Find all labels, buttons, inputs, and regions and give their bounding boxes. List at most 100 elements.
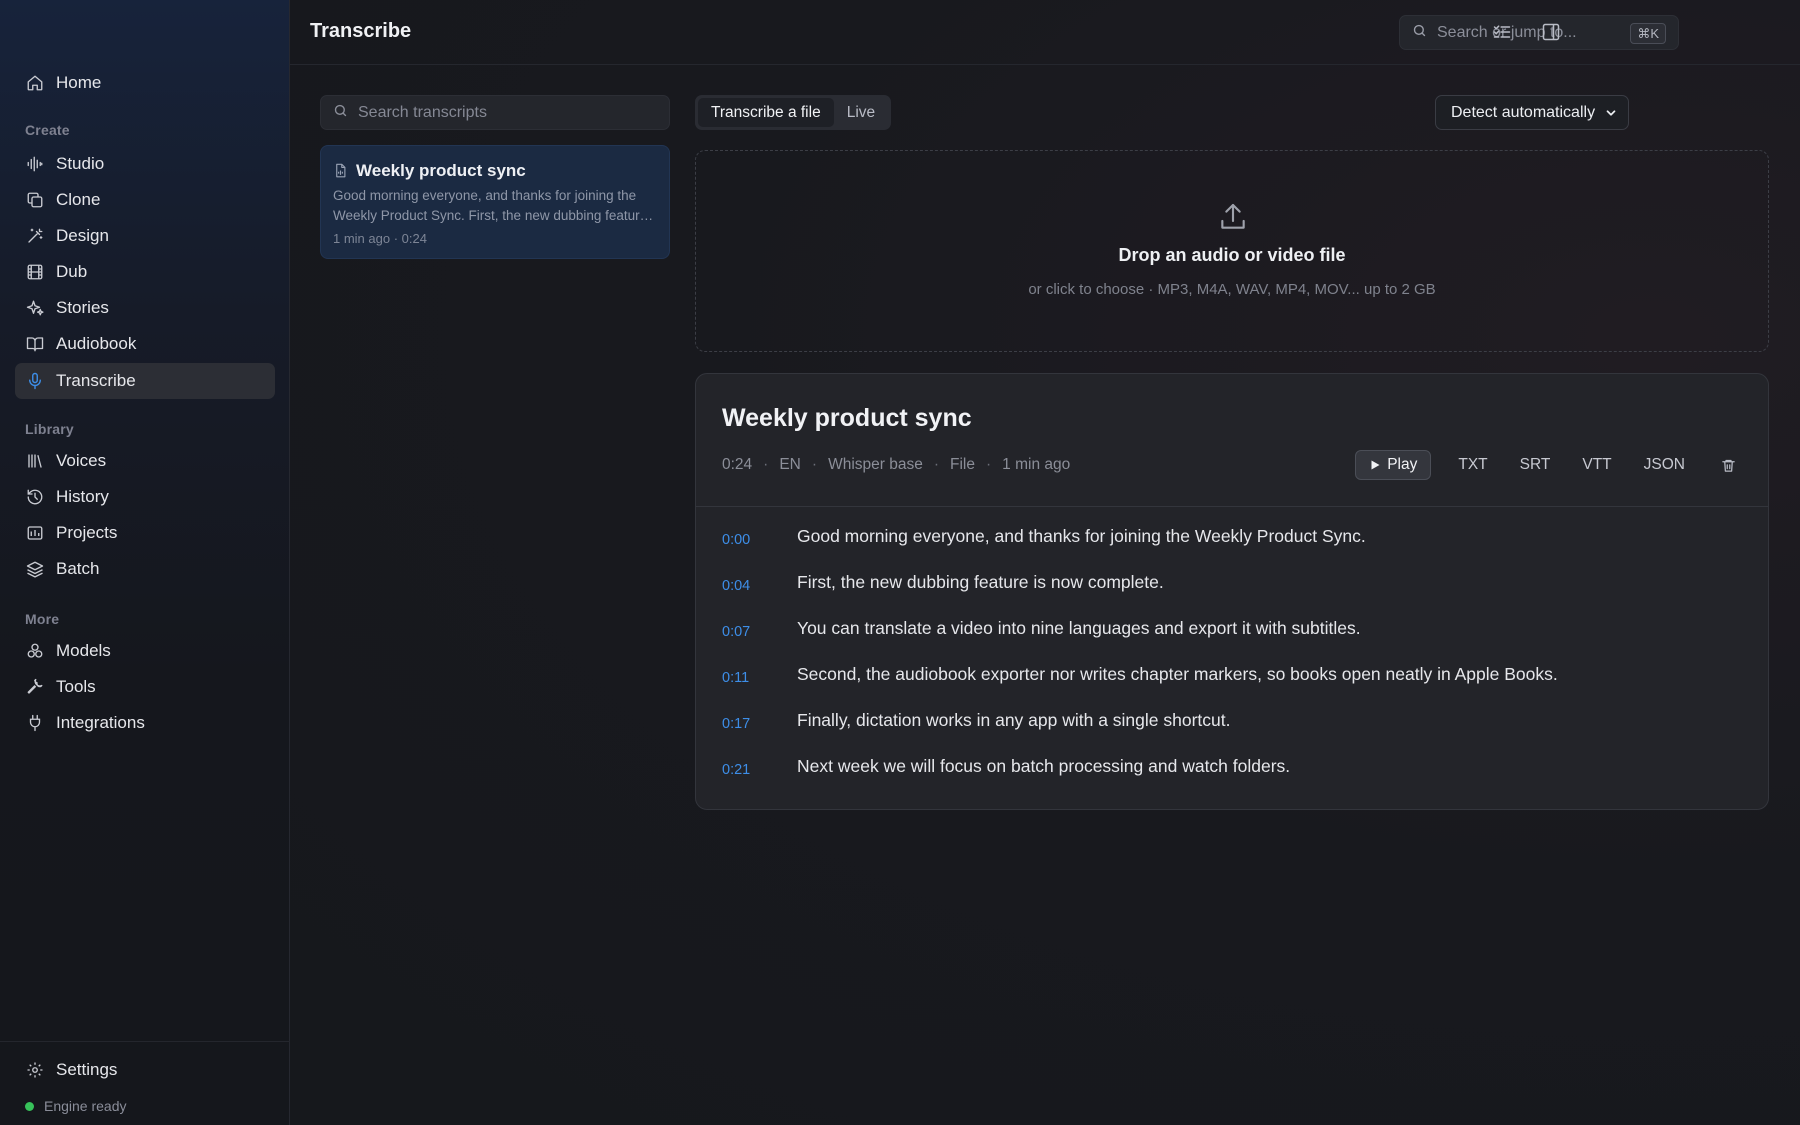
segment-timestamp[interactable]: 0:04 (722, 572, 797, 594)
models-icon (25, 641, 45, 661)
meta-language: EN (779, 456, 801, 473)
segment-timestamp[interactable]: 0:17 (722, 710, 797, 732)
sidebar-item-batch[interactable]: Batch (15, 551, 275, 587)
sidebar-footer: Settings Engine ready (0, 1041, 290, 1125)
sidebar-item-clone[interactable]: Clone (15, 182, 275, 218)
shortcut-badge: ⌘K (1630, 23, 1666, 44)
sidebar-item-label: Home (56, 73, 102, 92)
sidebar: Home Create Studio Clone Design Dub Stor… (0, 0, 290, 1125)
transcript-list-item[interactable]: Weekly product sync Good morning everyon… (320, 145, 670, 259)
checklist-icon[interactable] (1490, 20, 1514, 44)
transcript-search-placeholder: Search transcripts (358, 103, 487, 121)
upload-icon (1217, 201, 1249, 238)
sidebar-item-models[interactable]: Models (15, 633, 275, 669)
plug-icon (25, 713, 45, 733)
segment-text: Second, the audiobook exporter nor write… (797, 664, 1558, 684)
gear-icon (25, 1060, 45, 1080)
segment-timestamp[interactable]: 0:11 (722, 664, 797, 686)
segment-text: Finally, dictation works in any app with… (797, 710, 1231, 730)
layers-icon (25, 559, 45, 579)
meta-time-ago: 1 min ago (1002, 456, 1071, 473)
transcript-detail-header: Weekly product sync 0:24 · EN · Whisper … (696, 374, 1768, 507)
sidebar-item-label: Integrations (56, 713, 145, 732)
sidebar-item-tools[interactable]: Tools (15, 669, 275, 705)
section-create-label: Create (25, 122, 70, 138)
dropzone-title: Drop an audio or video file (1118, 245, 1346, 265)
transcript-detail-panel: Weekly product sync 0:24 · EN · Whisper … (695, 373, 1769, 810)
transcript-search-input[interactable]: Search transcripts (320, 95, 670, 130)
sidebar-item-design[interactable]: Design (15, 218, 275, 254)
dropzone-subtitle: or click to choose · MP3, M4A, WAV, MP4,… (1028, 281, 1436, 298)
page-title: Transcribe (310, 20, 412, 42)
transcript-meta: 0:24 · EN · Whisper base · File · 1 min … (722, 456, 1070, 474)
meta-duration: 0:24 (722, 456, 753, 473)
sidebar-item-settings[interactable]: Settings (15, 1052, 275, 1088)
segment-timestamp[interactable]: 0:00 (722, 526, 797, 548)
app-window: Home Create Studio Clone Design Dub Stor… (0, 0, 1800, 1125)
segment-row: 0:21 Next week we will focus on batch pr… (722, 756, 1742, 802)
export-srt-button[interactable]: SRT (1515, 450, 1556, 480)
tab-live[interactable]: Live (834, 98, 888, 127)
engine-status-text: Engine ready (44, 1098, 127, 1114)
sidebar-item-transcribe[interactable]: Transcribe (15, 363, 275, 399)
sidebar-item-label: Dub (56, 262, 88, 281)
tab-transcribe-file[interactable]: Transcribe a file (698, 98, 834, 127)
panel-toggle-icon[interactable] (1539, 20, 1563, 44)
sidebar-item-label: Transcribe (56, 371, 136, 390)
section-library-label: Library (25, 421, 74, 437)
play-button[interactable]: Play (1355, 450, 1432, 480)
segment-row: 0:07 You can translate a video into nine… (722, 618, 1742, 664)
sidebar-item-home[interactable]: Home (15, 65, 275, 101)
trash-icon (1721, 459, 1735, 472)
mode-tabs: Transcribe a file Live (695, 95, 892, 130)
export-vtt-button[interactable]: VTT (1577, 450, 1616, 480)
play-button-label: Play (1387, 456, 1418, 473)
play-icon (1371, 460, 1380, 470)
segment-timestamp[interactable]: 0:07 (722, 618, 797, 640)
film-icon (25, 262, 45, 282)
transcript-item-title: Weekly product sync (356, 161, 526, 180)
chevron-down-icon (1604, 106, 1618, 125)
sidebar-item-label: Batch (56, 559, 100, 578)
delete-button[interactable] (1718, 455, 1738, 475)
transcript-item-meta: 1 min ago · 0:24 (333, 231, 427, 246)
segment-row: 0:00 Good morning everyone, and thanks f… (722, 526, 1742, 572)
file-dropzone[interactable]: Drop an audio or video file or click to … (695, 150, 1769, 352)
export-json-button[interactable]: JSON (1639, 450, 1690, 480)
wrench-icon (25, 677, 45, 697)
language-select-value: Detect automatically (1451, 103, 1596, 121)
segment-text: Good morning everyone, and thanks for jo… (797, 526, 1366, 546)
sidebar-item-dub[interactable]: Dub (15, 254, 275, 290)
segment-text: Next week we will focus on batch process… (797, 756, 1291, 776)
sidebar-item-stories[interactable]: Stories (15, 290, 275, 326)
segment-text: First, the new dubbing feature is now co… (797, 572, 1164, 592)
sidebar-item-integrations[interactable]: Integrations (15, 705, 275, 741)
sidebar-item-audiobook[interactable]: Audiobook (15, 326, 275, 362)
search-icon (1412, 23, 1427, 43)
export-txt-button[interactable]: TXT (1453, 450, 1492, 480)
main-content: Transcribe Search or jump to... ⌘K Searc… (290, 0, 1800, 1125)
segment-row: 0:17 Finally, dictation works in any app… (722, 710, 1742, 756)
library-icon (25, 451, 45, 471)
segment-row: 0:11 Second, the audiobook exporter nor … (722, 664, 1742, 710)
sidebar-item-history[interactable]: History (15, 479, 275, 515)
segment-row: 0:04 First, the new dubbing feature is n… (722, 572, 1742, 618)
home-icon (25, 73, 45, 93)
meta-separator: · (933, 456, 939, 473)
sidebar-item-voices[interactable]: Voices (15, 443, 275, 479)
sidebar-item-projects[interactable]: Projects (15, 515, 275, 551)
top-bar: Transcribe Search or jump to... ⌘K (290, 0, 1800, 65)
meta-source: File (950, 456, 975, 473)
search-icon (333, 103, 348, 123)
copy-icon (25, 190, 45, 210)
transcript-title: Weekly product sync (722, 404, 972, 432)
sidebar-item-label: Clone (56, 190, 101, 209)
segment-timestamp[interactable]: 0:21 (722, 756, 797, 778)
sidebar-item-studio[interactable]: Studio (15, 146, 275, 182)
sidebar-item-label: Models (56, 641, 111, 660)
meta-model: Whisper base (828, 456, 923, 473)
engine-status: Engine ready (25, 1098, 127, 1114)
language-select[interactable]: Detect automatically (1435, 95, 1629, 130)
sidebar-item-label: Design (56, 226, 109, 245)
audio-file-icon (333, 163, 349, 179)
